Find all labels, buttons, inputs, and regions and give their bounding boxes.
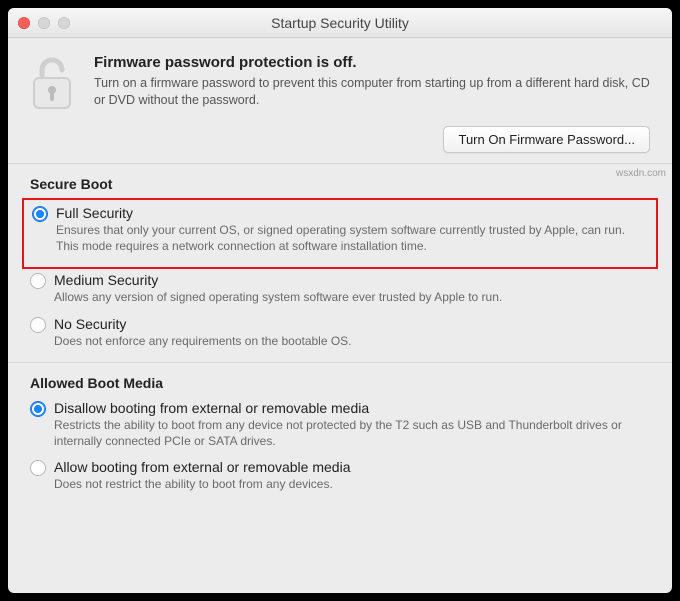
allowed-boot-title: Allowed Boot Media bbox=[8, 371, 672, 397]
firmware-button-row: Turn On Firmware Password... bbox=[8, 126, 672, 163]
firmware-heading: Firmware password protection is off. bbox=[94, 54, 652, 71]
option-description: Allows any version of signed operating s… bbox=[54, 289, 650, 305]
minimize-window-button bbox=[38, 17, 50, 29]
allowed-boot-option-disallow[interactable]: Disallow booting from external or remova… bbox=[30, 397, 650, 456]
radio-allow-external[interactable] bbox=[30, 460, 46, 476]
option-description: Does not enforce any requirements on the… bbox=[54, 333, 650, 349]
window-title: Startup Security Utility bbox=[8, 15, 672, 31]
divider bbox=[8, 362, 672, 363]
firmware-text: Firmware password protection is off. Tur… bbox=[94, 54, 652, 109]
secure-boot-option-none[interactable]: No Security Does not enforce any require… bbox=[30, 313, 650, 356]
traffic-lights bbox=[18, 17, 70, 29]
watermark-text: wsxdn.com bbox=[616, 168, 666, 179]
secure-boot-options: Medium Security Allows any version of si… bbox=[8, 269, 672, 355]
option-label: Disallow booting from external or remova… bbox=[54, 400, 650, 416]
secure-boot-title: Secure Boot bbox=[8, 172, 672, 198]
turn-on-firmware-password-button[interactable]: Turn On Firmware Password... bbox=[443, 126, 650, 153]
secure-boot-option-full[interactable]: Full Security Ensures that only your cur… bbox=[32, 202, 648, 261]
option-description: Ensures that only your current OS, or si… bbox=[56, 222, 648, 254]
startup-security-window: Startup Security Utility Firmware passwo… bbox=[8, 8, 672, 593]
content-area: Firmware password protection is off. Tur… bbox=[8, 38, 672, 499]
radio-full-security[interactable] bbox=[32, 206, 48, 222]
secure-boot-option-medium[interactable]: Medium Security Allows any version of si… bbox=[30, 269, 650, 312]
divider bbox=[8, 163, 672, 164]
firmware-section: Firmware password protection is off. Tur… bbox=[8, 54, 672, 126]
allowed-boot-option-allow[interactable]: Allow booting from external or removable… bbox=[30, 456, 650, 499]
option-label: Medium Security bbox=[54, 272, 650, 288]
option-description: Restricts the ability to boot from any d… bbox=[54, 417, 650, 449]
option-label: No Security bbox=[54, 316, 650, 332]
titlebar: Startup Security Utility bbox=[8, 8, 672, 38]
option-label: Full Security bbox=[56, 205, 648, 221]
lock-open-icon bbox=[28, 56, 76, 112]
radio-no-security[interactable] bbox=[30, 317, 46, 333]
radio-disallow-external[interactable] bbox=[30, 401, 46, 417]
firmware-description: Turn on a firmware password to prevent t… bbox=[94, 75, 652, 109]
option-description: Does not restrict the ability to boot fr… bbox=[54, 476, 650, 492]
radio-medium-security[interactable] bbox=[30, 273, 46, 289]
full-security-highlight: Full Security Ensures that only your cur… bbox=[22, 198, 658, 269]
zoom-window-button bbox=[58, 17, 70, 29]
option-label: Allow booting from external or removable… bbox=[54, 459, 650, 475]
allowed-boot-options: Disallow booting from external or remova… bbox=[8, 397, 672, 500]
close-window-button[interactable] bbox=[18, 17, 30, 29]
